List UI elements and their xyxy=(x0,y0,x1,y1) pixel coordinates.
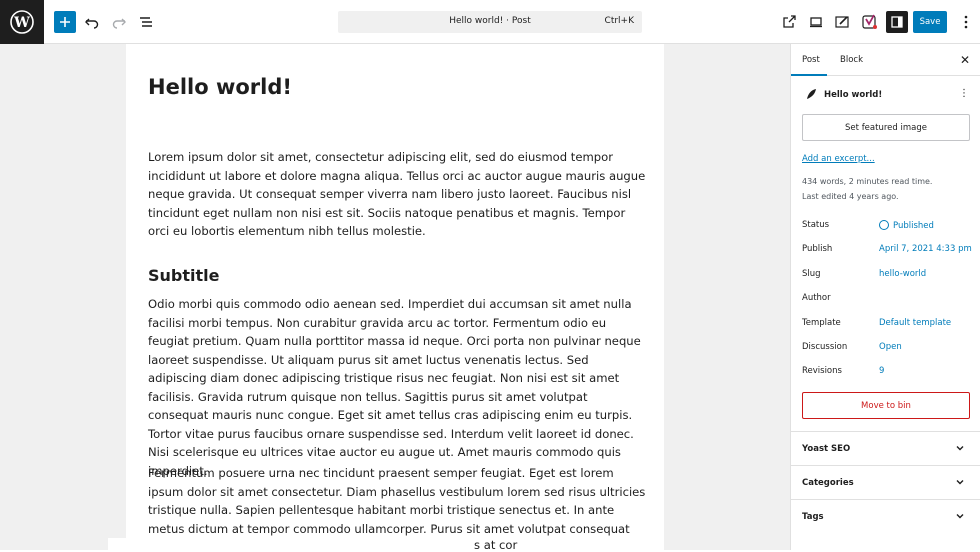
panel-title: Yoast SEO xyxy=(802,444,851,454)
set-featured-image-button[interactable]: Set featured image xyxy=(802,114,970,141)
subtitle-heading[interactable]: Subtitle xyxy=(148,266,219,285)
discussion-value[interactable]: Open xyxy=(879,342,902,352)
panel-yoast-seo[interactable]: Yoast SEO xyxy=(791,431,980,465)
command-shortcut: Ctrl+K xyxy=(604,16,634,26)
document-title: Hello world! · Post xyxy=(449,16,531,26)
add-excerpt-link[interactable]: Add an excerpt... xyxy=(802,154,875,164)
settings-sidebar-icon[interactable] xyxy=(886,11,908,33)
chevron-down-icon xyxy=(955,511,965,524)
paragraph-block[interactable]: Lorem ipsum dolor sit amet, consectetur … xyxy=(148,148,646,241)
list-view-icon[interactable] xyxy=(135,11,157,33)
edit-preview-icon[interactable] xyxy=(832,11,854,33)
post-title[interactable]: Hello world! xyxy=(148,75,292,99)
template-value[interactable]: Default template xyxy=(879,318,951,328)
slug-value[interactable]: hello-world xyxy=(879,269,926,279)
yoast-icon[interactable] xyxy=(859,11,881,33)
redo-icon[interactable] xyxy=(108,11,130,33)
paragraph-block[interactable]: Odio morbi quis commodo odio aenean sed.… xyxy=(148,295,646,480)
word-count: 434 words, 2 minutes read time. xyxy=(802,177,933,186)
sidebar-tabs: Post Block ✕ xyxy=(791,44,980,76)
editor-page[interactable]: Hello world! Lorem ipsum dolor sit amet,… xyxy=(126,44,664,550)
panel-tags[interactable]: Tags xyxy=(791,499,980,533)
chevron-down-icon xyxy=(955,477,965,490)
template-label: Template xyxy=(802,318,841,328)
publish-date-value[interactable]: April 7, 2021 4:33 pm xyxy=(879,244,972,254)
panel-title: Categories xyxy=(802,478,854,488)
slug-label: Slug xyxy=(802,269,821,279)
command-palette-bar[interactable]: Hello world! · Post Ctrl+K xyxy=(338,11,642,33)
tab-block[interactable]: Block xyxy=(840,55,863,65)
save-button[interactable]: Save xyxy=(913,11,947,33)
undo-icon[interactable] xyxy=(81,11,103,33)
move-to-bin-button[interactable]: Move to bin xyxy=(802,392,970,419)
panel-categories[interactable]: Categories xyxy=(791,465,980,499)
discussion-label: Discussion xyxy=(802,342,848,352)
status-value[interactable]: Published xyxy=(879,220,934,231)
editor-canvas: Hello world! Lorem ipsum dolor sit amet,… xyxy=(0,44,790,550)
post-actions-more-icon[interactable]: ⋮ xyxy=(959,88,969,99)
active-tab-indicator xyxy=(791,74,827,76)
external-link-icon[interactable] xyxy=(778,11,800,33)
svg-text:W: W xyxy=(13,15,30,31)
close-icon[interactable]: ✕ xyxy=(960,53,970,67)
canvas-bottom-strip xyxy=(108,538,664,550)
wordpress-logo-icon[interactable]: W xyxy=(0,0,44,44)
panel-title: Tags xyxy=(802,512,824,522)
post-summary-title: Hello world! xyxy=(824,90,883,100)
settings-sidebar: Post Block ✕ Hello world! ⋮ Set featured… xyxy=(790,44,980,550)
editor-toolbar: W Hello world! · Post Ctrl+K Save xyxy=(0,0,980,44)
last-edited: Last edited 4 years ago. xyxy=(802,192,899,201)
device-preview-icon[interactable] xyxy=(805,11,827,33)
tab-post[interactable]: Post xyxy=(802,55,820,65)
author-label: Author xyxy=(802,293,831,303)
revisions-value[interactable]: 9 xyxy=(879,366,884,376)
published-check-icon xyxy=(879,220,889,230)
more-options-icon[interactable] xyxy=(955,11,977,33)
add-block-icon[interactable] xyxy=(54,11,76,33)
revisions-label: Revisions xyxy=(802,366,842,376)
status-label: Status xyxy=(802,220,830,230)
chevron-down-icon xyxy=(955,443,965,456)
post-feather-icon xyxy=(805,88,817,100)
publish-label: Publish xyxy=(802,244,833,254)
status-value-text: Published xyxy=(893,221,934,231)
